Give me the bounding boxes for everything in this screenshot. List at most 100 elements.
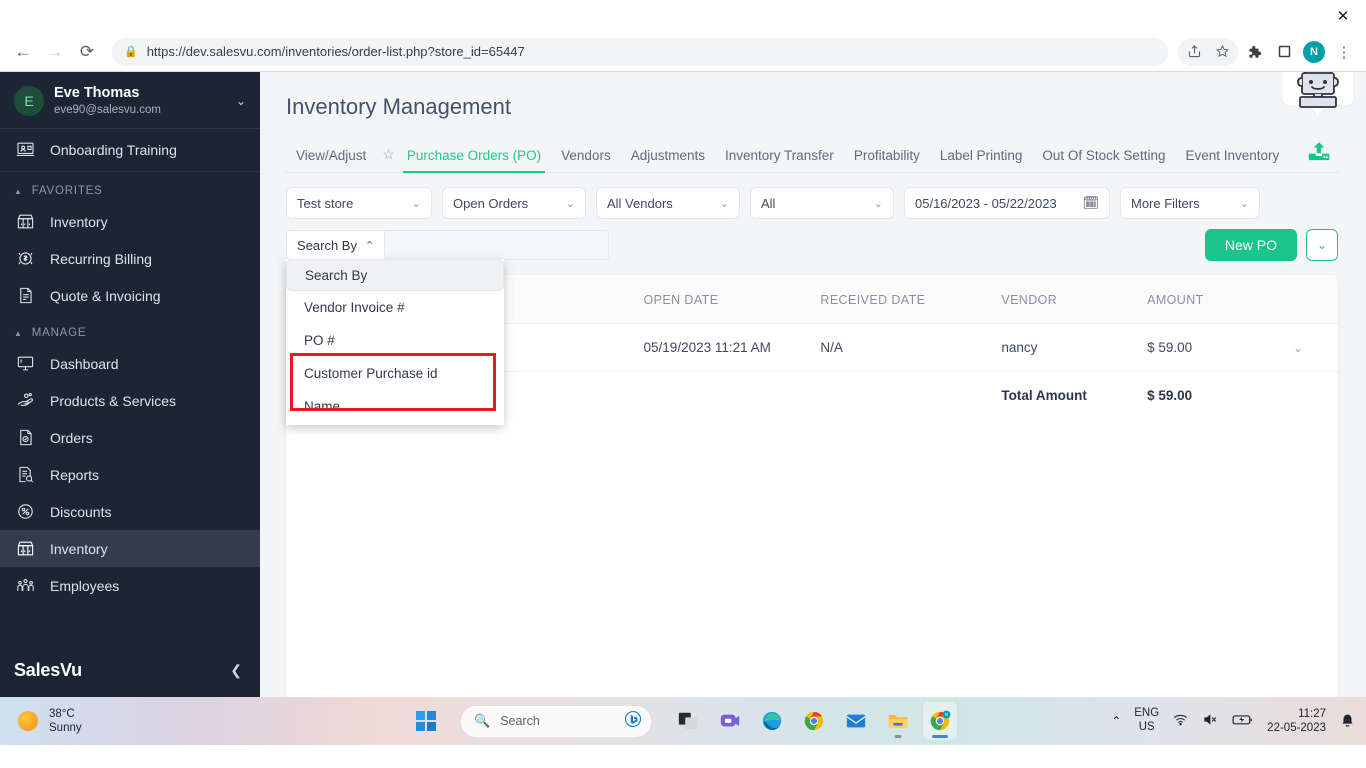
search-input[interactable]	[385, 230, 610, 260]
side-panel-icon[interactable]	[1270, 38, 1298, 66]
mail-icon[interactable]	[839, 702, 873, 740]
sidebar-item-label: Employees	[50, 577, 120, 594]
address-bar[interactable]: 🔒 https://dev.salesvu.com/inventories/or…	[112, 37, 1168, 66]
total-blank-5	[1283, 372, 1338, 420]
teams-icon[interactable]	[713, 702, 747, 740]
sidebar-item-recurring-billing[interactable]: Recurring Billing	[0, 240, 260, 277]
language-line-2: US	[1138, 721, 1155, 733]
upload-icon[interactable]	[1306, 139, 1332, 170]
more-filters-select[interactable]: More Filters ⌄	[1120, 187, 1260, 219]
tab-purchase-orders[interactable]: Purchase Orders (PO)	[397, 142, 551, 173]
tab-event-inventory[interactable]: Event Inventory	[1175, 142, 1289, 172]
chevron-down-icon: ⌄	[719, 197, 729, 210]
sidebar-item-label: Quote & Invoicing	[50, 287, 161, 304]
date-range-value: 05/16/2023 - 05/22/2023	[915, 195, 1057, 211]
task-view-icon[interactable]	[671, 702, 705, 740]
sidebar-user-name: Eve Thomas	[54, 85, 140, 101]
sidebar-item-reports[interactable]: Reports	[0, 456, 260, 493]
forward-arrow-icon[interactable]: →	[40, 37, 70, 67]
language-indicator[interactable]: ENG US	[1134, 707, 1159, 735]
taskbar-app-icons: N	[671, 702, 957, 740]
share-icon[interactable]	[1180, 38, 1208, 66]
percent-icon	[14, 502, 36, 521]
search-icon: 🔍	[474, 713, 491, 728]
vendor-filter-select[interactable]: All Vendors ⌄	[596, 187, 740, 219]
total-blank-4	[810, 372, 991, 420]
sidebar-user-block[interactable]: E Eve Thomas eve90@salesvu.com ⌄	[0, 72, 260, 130]
window-close-button[interactable]: ✕	[1320, 0, 1366, 32]
chevron-up-icon[interactable]: ⌃	[1111, 714, 1121, 728]
sidebar-item-onboarding-training[interactable]: Onboarding Training	[0, 129, 260, 173]
sidebar-item-inventory-fav[interactable]: Inventory	[0, 203, 260, 240]
sidebar: E Eve Thomas eve90@salesvu.com ⌄ Onboard…	[0, 72, 260, 697]
bing-chat-icon[interactable]	[624, 710, 642, 733]
dropdown-option-vendor-invoice[interactable]: Vendor Invoice #	[286, 291, 504, 324]
taskbar-center-group: 🔍 Search N	[409, 702, 957, 740]
sidebar-item-quote-invoicing[interactable]: Quote & Invoicing	[0, 277, 260, 314]
recurring-billing-icon	[14, 249, 36, 268]
star-outline-icon[interactable]: ☆	[376, 140, 397, 172]
store-filter-select[interactable]: Test store ⌄	[286, 187, 432, 219]
tab-inventory-transfer[interactable]: Inventory Transfer	[715, 142, 844, 172]
battery-charging-icon[interactable]	[1232, 712, 1254, 730]
dropdown-option-search-by[interactable]: Search By	[286, 259, 504, 291]
all-filter-select[interactable]: All ⌄	[750, 187, 894, 219]
kebab-menu-icon[interactable]: ⋮	[1330, 38, 1358, 66]
column-header-open-date: OPEN DATE	[633, 275, 811, 324]
taskbar-weather-widget[interactable]: 38°C Sunny	[0, 707, 82, 736]
taskbar-search-box[interactable]: 🔍 Search	[461, 705, 651, 737]
puzzle-icon[interactable]	[1240, 38, 1268, 66]
employees-icon	[14, 576, 36, 595]
status-filter-select[interactable]: Open Orders ⌄	[442, 187, 586, 219]
sidebar-item-dashboard[interactable]: Dashboard	[0, 345, 260, 382]
search-by-dropdown: Search By Vendor Invoice # PO # Customer…	[286, 259, 504, 425]
dropdown-option-po-number[interactable]: PO #	[286, 324, 504, 357]
search-by-button[interactable]: Search By ⌃	[286, 230, 386, 260]
tab-profitability[interactable]: Profitability	[844, 142, 930, 172]
orders-icon	[14, 428, 36, 447]
chrome-active-icon[interactable]: N	[923, 702, 957, 740]
new-po-dropdown-button[interactable]: ⌄	[1306, 229, 1338, 261]
tab-vendors[interactable]: Vendors	[551, 142, 621, 172]
sidebar-item-label: Reports	[50, 466, 100, 483]
app-running-indicator	[894, 735, 902, 738]
wifi-icon[interactable]	[1172, 712, 1189, 730]
vendor-filter-value: All Vendors	[607, 195, 673, 211]
edge-icon[interactable]	[755, 702, 789, 740]
total-blank-3	[634, 372, 811, 420]
calendar-icon: 🗓	[1082, 195, 1099, 210]
star-icon[interactable]	[1208, 38, 1236, 66]
browser-tabstrip: ✕	[0, 0, 1366, 32]
products-icon	[14, 391, 36, 410]
chevron-up-icon: ⌃	[364, 239, 375, 252]
chevron-left-icon[interactable]: ❮	[230, 662, 242, 679]
row-expand-toggle[interactable]: ⌄	[1283, 323, 1338, 372]
sidebar-section-favorites[interactable]: ▲ FAVORITES	[0, 172, 260, 203]
chevron-down-icon: ⌄	[873, 197, 883, 210]
taskbar-clock[interactable]: 11:27 22-05-2023	[1267, 707, 1326, 736]
new-po-button[interactable]: New PO	[1204, 229, 1297, 261]
sidebar-section-manage[interactable]: ▲ MANAGE	[0, 314, 260, 345]
windows-start-icon[interactable]	[409, 702, 443, 740]
volume-muted-icon[interactable]	[1202, 712, 1219, 730]
dropdown-option-customer-purchase-id[interactable]: Customer Purchase id	[286, 357, 504, 390]
sidebar-item-orders[interactable]: Orders	[0, 419, 260, 456]
dropdown-option-name[interactable]: Name	[286, 390, 504, 423]
sidebar-item-products-services[interactable]: Products & Services	[0, 382, 260, 419]
sidebar-item-discounts[interactable]: Discounts	[0, 493, 260, 530]
sidebar-item-employees[interactable]: Employees	[0, 567, 260, 604]
sidebar-item-inventory[interactable]: Inventory	[0, 530, 260, 568]
date-range-picker[interactable]: 05/16/2023 - 05/22/2023 🗓	[904, 187, 1110, 219]
tab-out-of-stock-setting[interactable]: Out Of Stock Setting	[1032, 142, 1175, 172]
chrome-icon[interactable]	[797, 702, 831, 740]
profile-avatar[interactable]: N	[1300, 38, 1328, 66]
robot-icon[interactable]	[1280, 72, 1356, 120]
reload-icon[interactable]: ⟳	[72, 37, 102, 67]
notification-icon[interactable]	[1339, 712, 1356, 731]
back-arrow-icon[interactable]: ←	[8, 37, 38, 67]
tab-adjustments[interactable]: Adjustments	[621, 142, 715, 172]
chevron-down-icon[interactable]: ⌄	[236, 94, 246, 108]
tab-view-adjust[interactable]: View/Adjust	[286, 142, 376, 172]
tab-label-printing[interactable]: Label Printing	[930, 142, 1033, 172]
file-explorer-icon[interactable]	[881, 702, 915, 740]
